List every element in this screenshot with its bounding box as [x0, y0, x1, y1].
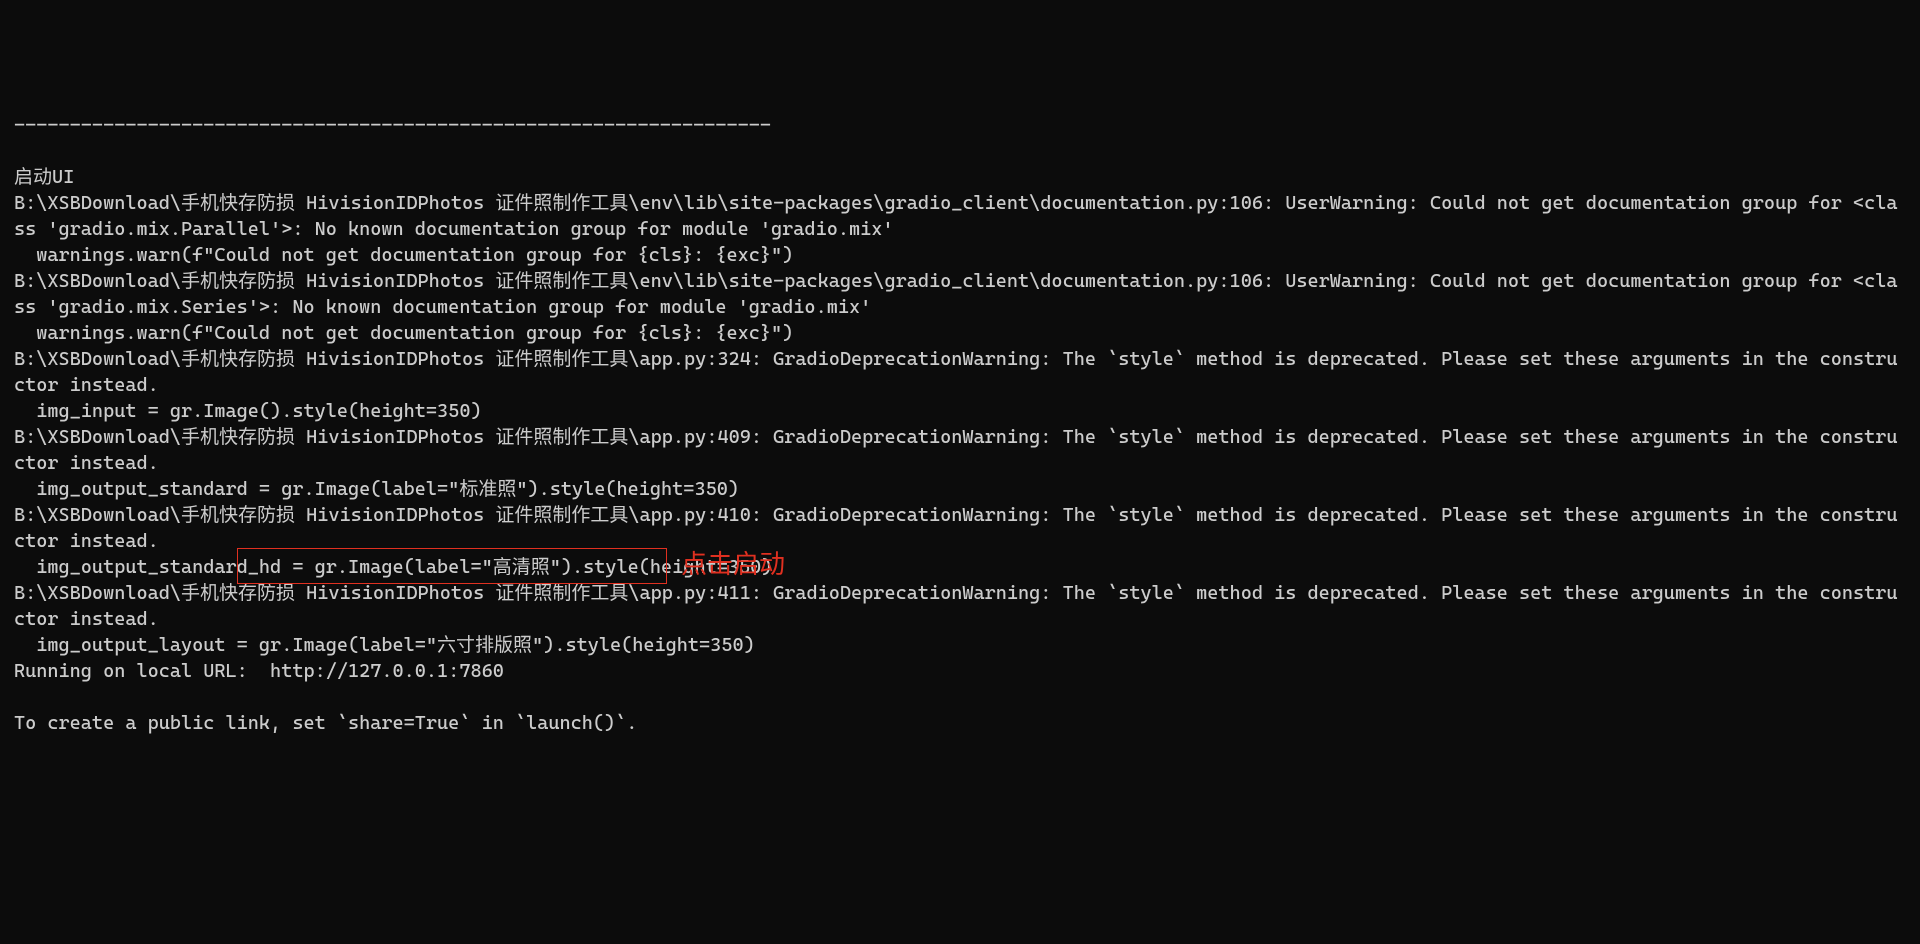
terminal-line: 启动UI: [14, 166, 74, 188]
terminal-line: B:\XSBDownload\手机快存防损 HivisionIDPhotos 证…: [14, 192, 1898, 240]
terminal-line: B:\XSBDownload\手机快存防损 HivisionIDPhotos 证…: [14, 270, 1898, 318]
terminal-line: img_input = gr.Image().style(height=350): [14, 400, 482, 422]
terminal-line: img_output_standard_hd = gr.Image(label=…: [14, 556, 772, 578]
terminal-line: Running on local URL: http://127.0.0.1:7…: [14, 660, 504, 682]
terminal-line: ----------------------------------------…: [14, 114, 771, 136]
terminal-line: B:\XSBDownload\手机快存防损 HivisionIDPhotos 证…: [14, 582, 1898, 630]
terminal-line: img_output_standard = gr.Image(label="标准…: [14, 478, 739, 500]
terminal-line: B:\XSBDownload\手机快存防损 HivisionIDPhotos 证…: [14, 348, 1898, 396]
terminal-line: B:\XSBDownload\手机快存防损 HivisionIDPhotos 证…: [14, 504, 1898, 552]
terminal-line: To create a public link, set `share=True…: [14, 712, 637, 734]
terminal-output: ----------------------------------------…: [14, 112, 1906, 736]
terminal-line: warnings.warn(f"Could not get documentat…: [14, 244, 793, 266]
terminal-line: img_output_layout = gr.Image(label="六寸排版…: [14, 634, 755, 656]
terminal-line: B:\XSBDownload\手机快存防损 HivisionIDPhotos 证…: [14, 426, 1898, 474]
terminal-line: warnings.warn(f"Could not get documentat…: [14, 322, 793, 344]
